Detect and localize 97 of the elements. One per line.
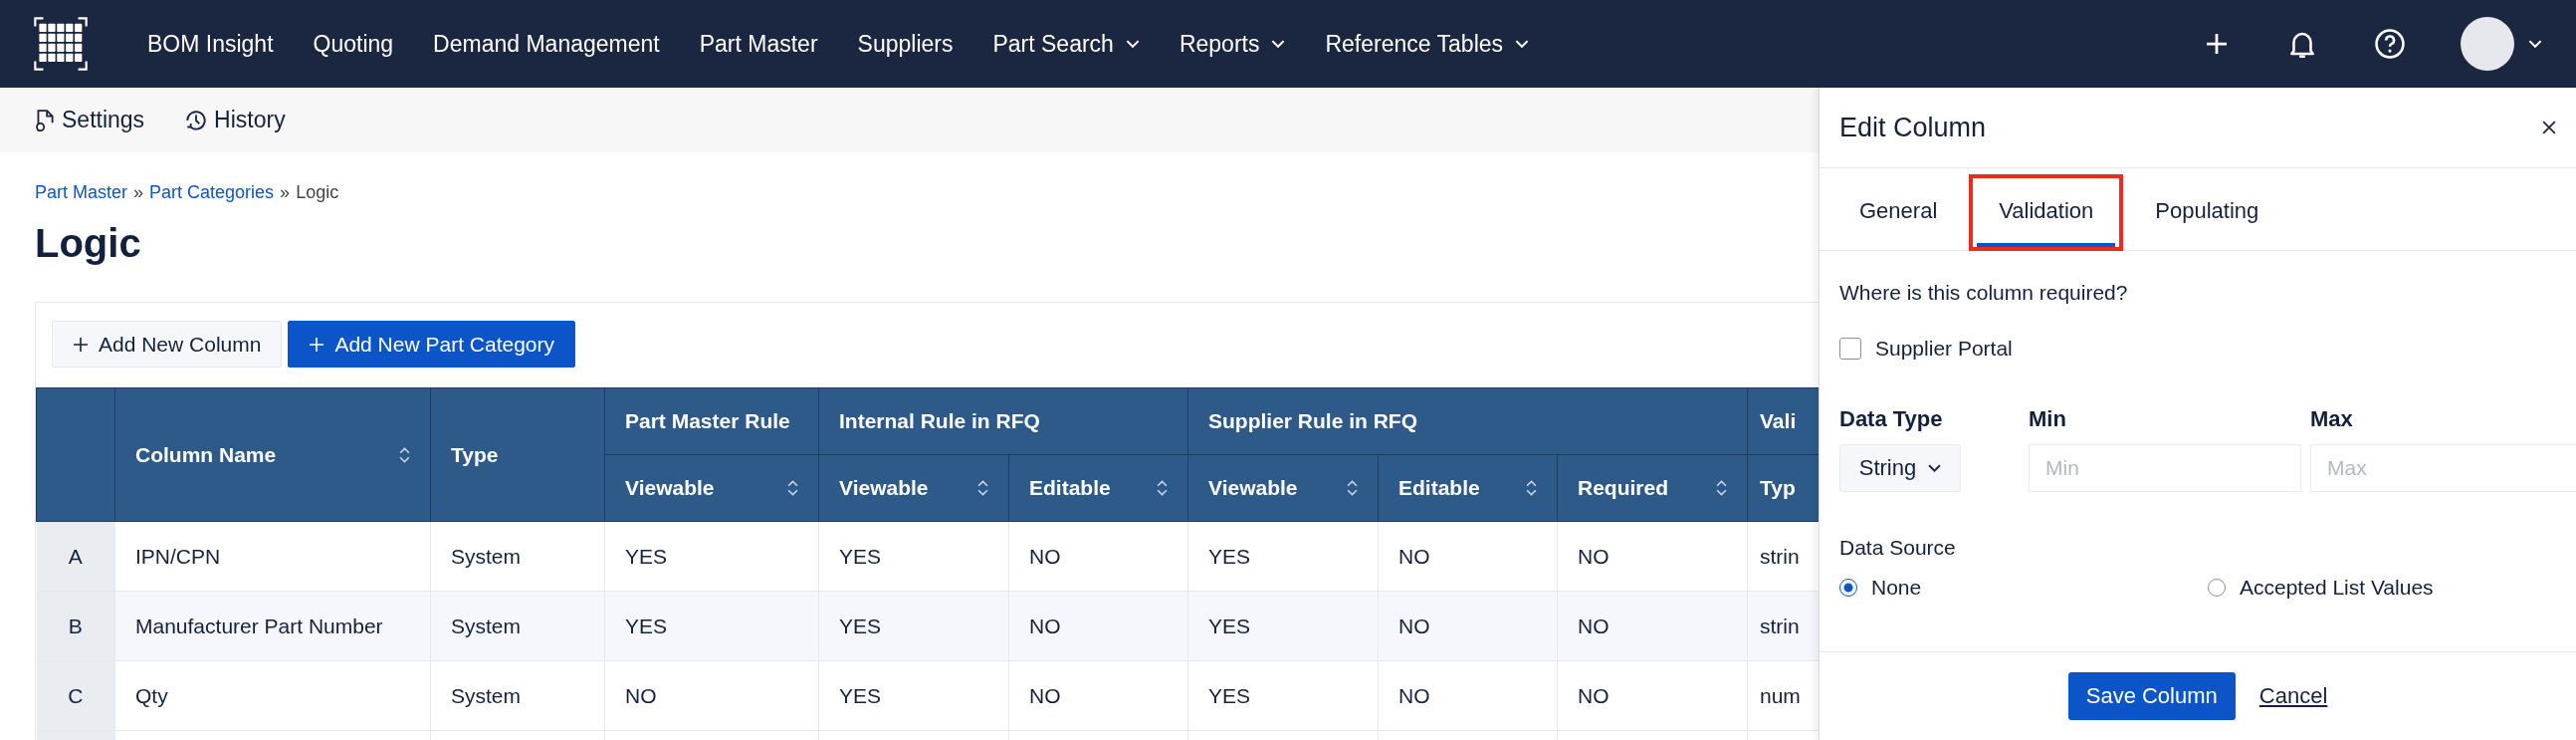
chevron-down-icon <box>1271 39 1286 49</box>
table-cell: NO <box>1557 591 1748 661</box>
sort-icon <box>1716 480 1727 496</box>
table-cell: NO <box>1557 660 1748 731</box>
breadcrumb-current: Logic <box>296 182 339 203</box>
section-question: Where is this column required? <box>1839 281 2129 305</box>
input-field[interactable]: Max <box>2310 444 2576 492</box>
add-button[interactable]: Add New Column <box>52 321 283 368</box>
breadcrumb-link[interactable]: Part Categories <box>149 182 275 203</box>
plus-icon <box>309 336 325 353</box>
table-cell: NO <box>1378 591 1558 661</box>
table-cell: YES <box>604 591 819 661</box>
row-index-cell: B <box>36 591 115 661</box>
sort-icon <box>1526 480 1537 496</box>
table-cell: NO <box>1378 660 1558 731</box>
save-button[interactable]: Save Column <box>2067 672 2236 720</box>
nav-menu-item[interactable]: Part Search <box>992 30 1140 58</box>
table-cell: System <box>430 521 605 592</box>
table-cell: YES <box>1187 591 1379 661</box>
table-cell: YES <box>818 521 1009 592</box>
history-icon <box>184 108 209 132</box>
breadcrumb-separator: » <box>280 182 291 203</box>
nav-menu-item[interactable]: Reports <box>1179 30 1286 58</box>
nav-menu-item[interactable]: BOM Insight <box>147 30 274 58</box>
toolbar-link[interactable]: Settings <box>34 107 145 133</box>
help-icon[interactable] <box>2373 27 2407 61</box>
add-button[interactable]: Add New Part Category <box>288 321 575 368</box>
breadcrumb-link[interactable]: Part Master <box>35 182 128 203</box>
table-cell: strin <box>1747 591 1819 661</box>
cancel-link[interactable]: Cancel <box>2258 683 2328 709</box>
checkbox-label: Supplier Portal <box>1875 337 2013 361</box>
sort-icon <box>787 480 798 496</box>
table-cell: NO <box>1378 521 1558 592</box>
sort-icon <box>1347 480 1358 496</box>
page-title: Logic <box>35 221 142 266</box>
nav-menu-item[interactable]: Suppliers <box>857 30 954 58</box>
column-header[interactable]: Viewable <box>604 454 819 522</box>
column-header[interactable]: Viewable <box>818 454 1009 522</box>
table-cell: NO <box>1008 521 1188 592</box>
sort-icon <box>977 480 988 496</box>
plus-icon <box>73 336 89 353</box>
table-cell: System <box>430 660 605 731</box>
field-label: Data Type <box>1839 406 1944 432</box>
row-index-cell: C <box>36 660 115 731</box>
table-cell: YES <box>604 521 819 592</box>
chevron-down-icon <box>1515 39 1530 49</box>
panel-tab[interactable]: Validation <box>1977 178 2116 247</box>
table-cell: YES <box>1187 660 1379 731</box>
column-header[interactable]: Column Name <box>114 387 431 522</box>
column-header[interactable]: Editable <box>1008 454 1188 522</box>
column-group-header: Part Master Rule <box>604 387 819 455</box>
column-header[interactable]: Required <box>1557 454 1748 522</box>
table-cell: NO <box>1557 521 1748 592</box>
table-cell: YES <box>818 660 1009 731</box>
table-cell: YES <box>1187 521 1379 592</box>
column-header: Type <box>430 387 605 522</box>
row-index-cell: A <box>36 521 115 592</box>
data-type-select[interactable]: String <box>1839 444 1961 492</box>
chevron-down-icon <box>1928 463 1942 473</box>
sort-icon <box>1157 480 1168 496</box>
panel-tab[interactable]: General <box>1837 176 1960 250</box>
radio-button[interactable] <box>1839 579 1857 597</box>
column-header[interactable]: Viewable <box>1187 454 1379 522</box>
nav-menu-item[interactable]: Reference Tables <box>1325 30 1530 58</box>
panel-title: Edit Column <box>1839 112 1987 143</box>
column-header: Typ <box>1747 454 1819 522</box>
radio-label: Accepted List Values <box>2240 576 2434 600</box>
nav-menu-item[interactable]: Demand Management <box>433 30 660 58</box>
column-group-header: Internal Rule in RFQ <box>818 387 1188 455</box>
radio-label: None <box>1871 576 1922 600</box>
avatar-circle[interactable] <box>2461 17 2514 71</box>
field-label: Max <box>2310 406 2354 432</box>
table-cell: NO <box>1008 660 1188 731</box>
table-cell: Qty <box>114 660 431 731</box>
table-cell: Manufacturer Part Number <box>114 591 431 661</box>
table-cell: YES <box>818 591 1009 661</box>
checkbox[interactable] <box>1839 338 1861 360</box>
panel-tab[interactable]: Populating <box>2133 176 2281 250</box>
nav-menu-item[interactable]: Quoting <box>313 30 394 58</box>
field-label: Min <box>2029 406 2067 432</box>
input-field[interactable]: Min <box>2029 444 2301 492</box>
chevron-down-icon[interactable] <box>2528 39 2542 49</box>
chevron-down-icon <box>1125 39 1140 49</box>
column-group-header: Supplier Rule in RFQ <box>1187 387 1748 455</box>
table-cell: NO <box>1008 591 1188 661</box>
table-cell: System <box>430 591 605 661</box>
table-cell: NO <box>604 660 819 731</box>
grid-logo-icon[interactable] <box>34 17 88 71</box>
toolbar-link[interactable]: History <box>184 107 286 133</box>
table-cell: IPN/CPN <box>114 521 431 592</box>
field-label: Data Source <box>1839 536 1957 560</box>
column-header[interactable]: Editable <box>1378 454 1558 522</box>
sort-icon <box>399 446 410 463</box>
column-group-header: Vali <box>1747 387 1819 455</box>
close-icon[interactable] <box>2542 121 2556 134</box>
breadcrumb-separator: » <box>133 182 144 203</box>
nav-menu-item[interactable]: Part Master <box>699 30 818 58</box>
